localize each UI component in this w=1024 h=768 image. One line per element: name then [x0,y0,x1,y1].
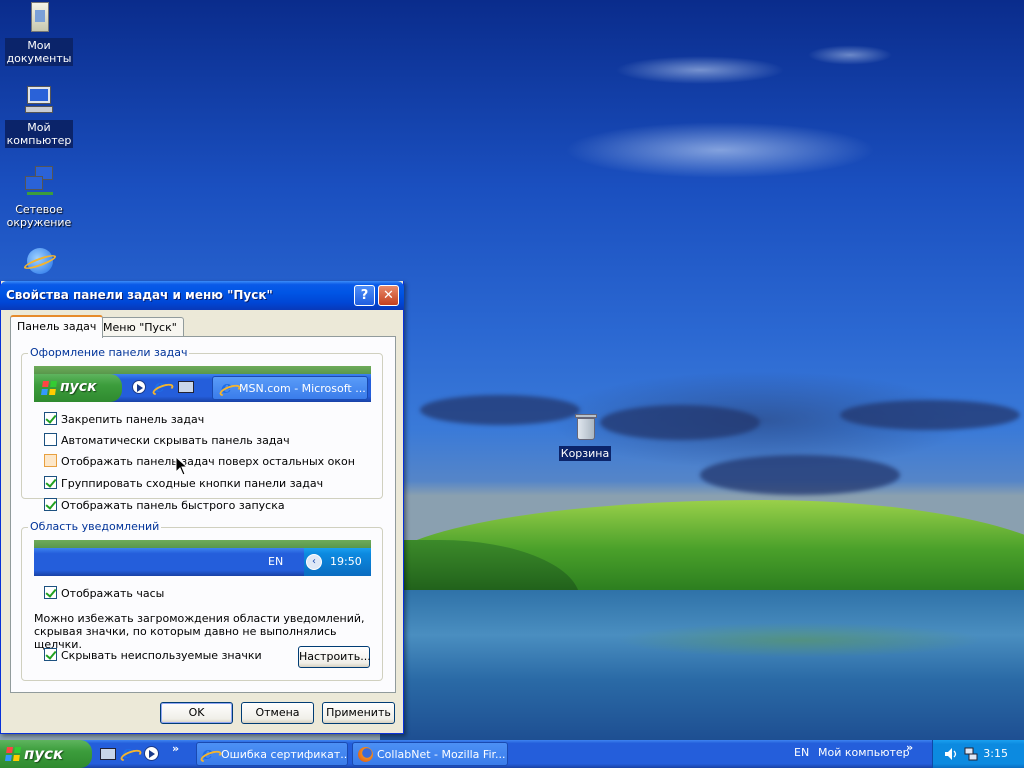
windows-logo-icon [5,747,21,761]
my-computer-icon [23,84,55,116]
lake-reflection [380,590,1024,740]
desktop-icon-recycle-bin[interactable]: Корзина [549,410,621,461]
option-group-buttons[interactable]: Группировать сходные кнопки панели задач [44,476,323,490]
language-indicator[interactable]: EN [794,746,809,759]
show-desktop-icon [178,381,194,393]
taskbar-properties-dialog: Свойства панели задач и меню "Пуск" ? ✕ … [0,281,404,734]
preview-window-button: MSN.com - Microsoft ... [212,376,368,400]
desktop-icon-label: Сетевое окружение [6,203,72,229]
cloud [600,405,760,440]
desktop-icon-network-places[interactable]: Сетевое окружение [4,166,74,230]
windows-logo-icon [41,381,57,395]
tab-start-menu[interactable]: Меню "Пуск" [96,317,184,337]
system-tray: 3:15 [932,740,1024,768]
firefox-icon [358,747,373,762]
tab-taskbar[interactable]: Панель задач [10,315,104,338]
desktop-icon-label: Мои документы [4,38,74,66]
close-icon: ✕ [383,288,394,303]
network-places-icon [23,166,55,198]
toolbar-my-computer[interactable]: Мой компьютер [818,746,910,759]
apply-button[interactable]: Применить [322,702,395,724]
recycle-bin-icon [569,410,601,442]
dialog-titlebar[interactable]: Свойства панели задач и меню "Пуск" ? ✕ [0,281,404,310]
option-autohide-taskbar[interactable]: Автоматически скрывать панель задач [44,433,290,447]
ie-quicklaunch-icon [154,377,170,397]
notification-area-group: Область уведомлений EN ‹ 19:50 Отображат… [21,520,383,681]
taskbar-appearance-group: Оформление панели задач пуск MSN.com - M… [21,346,383,499]
media-player-icon [132,380,146,394]
checkbox[interactable] [44,476,57,489]
option-hide-inactive-icons[interactable]: Скрывать неиспользуемые значки [44,648,262,662]
checkbox[interactable] [44,433,57,446]
tray-clock[interactable]: 3:15 [983,747,1008,760]
taskbar-preview: пуск MSN.com - Microsoft ... [34,366,371,402]
media-player-icon[interactable] [144,746,160,762]
preview-start-button: пуск [34,374,122,402]
checkbox[interactable] [44,498,57,511]
group-legend: Оформление панели задач [28,346,190,359]
my-documents-icon [23,2,55,34]
task-button-ie[interactable]: Ошибка сертификат... [196,742,348,766]
option-quick-launch[interactable]: Отображать панель быстрого запуска [44,498,285,512]
dialog-title: Свойства панели задач и меню "Пуск" [6,288,273,302]
desktop-icon-label: Мой компьютер [4,120,74,148]
checkbox[interactable] [44,454,57,467]
desktop-icon-label: Корзина [558,446,612,461]
option-keep-on-top[interactable]: Отображать панель задач поверх остальных… [44,454,355,468]
preview-tray: ‹ 19:50 [304,548,371,576]
task-button-firefox[interactable]: CollabNet - Mozilla Fir... [352,742,508,766]
show-desktop-icon[interactable] [100,746,116,762]
preview-lang: EN [268,555,284,568]
tab-panel: Оформление панели задач пуск MSN.com - M… [10,336,396,693]
network-tray-icon[interactable] [963,746,979,762]
preview-taskbar: EN ‹ 19:50 [34,548,371,576]
group-legend: Область уведомлений [28,520,162,533]
customize-button[interactable]: Настроить... [298,646,371,668]
option-show-clock[interactable]: Отображать часы [44,586,164,600]
chevron-left-icon: ‹ [306,554,322,570]
option-lock-taskbar[interactable]: Закрепить панель задач [44,412,204,426]
start-button[interactable]: пуск [0,740,92,768]
ok-button[interactable]: OK [160,702,233,724]
taskbar: пуск » Ошибка сертификат... CollabNet - … [0,740,1024,768]
internet-explorer-icon [22,246,58,278]
help-button[interactable]: ? [354,285,375,306]
checkbox[interactable] [44,648,57,661]
close-button[interactable]: ✕ [378,285,399,306]
cloud [700,455,900,495]
desktop-icon-my-documents[interactable]: Мои документы [4,2,74,66]
checkbox[interactable] [44,586,57,599]
preview-taskbar: пуск MSN.com - Microsoft ... [34,374,371,402]
ie-icon [202,744,218,764]
mouse-cursor-icon [175,456,189,476]
notification-preview: EN ‹ 19:50 [34,540,371,576]
cancel-button[interactable]: Отмена [241,702,314,724]
desktop-icon-internet-explorer[interactable] [4,246,74,282]
desktop-icon-my-computer[interactable]: Мой компьютер [4,84,74,148]
ie-icon [221,378,237,398]
checkbox[interactable] [44,412,57,425]
ie-quicklaunch-icon[interactable] [122,743,138,763]
volume-icon[interactable] [943,746,959,762]
toolbar-overflow-icon[interactable]: » [906,741,913,754]
quicklaunch-overflow-icon[interactable]: » [172,742,179,755]
preview-clock: 19:50 [330,555,362,568]
cloud [840,400,1020,430]
